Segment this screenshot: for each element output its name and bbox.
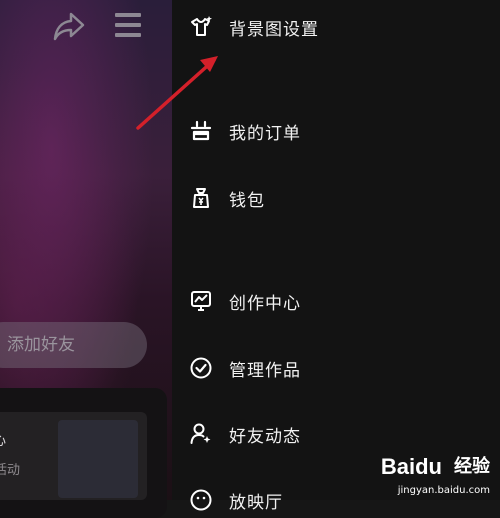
drawer-item-screening-hall[interactable]: 放映厅 — [189, 482, 283, 518]
creator-center-icon — [191, 291, 211, 311]
annotation-arrow — [136, 56, 218, 130]
drawer-item-manage-works[interactable]: 管理作品 — [189, 350, 301, 386]
smiley-icon — [190, 489, 212, 511]
drawer-item-background-settings[interactable]: 背景图设置 — [189, 9, 319, 45]
drawer-item-label: 背景图设置 — [229, 19, 319, 40]
gift-icon — [58, 420, 138, 498]
drawer-item-label: 好友动态 — [229, 426, 301, 447]
drawer-item-label: 创作中心 — [229, 293, 301, 314]
drawer-item-friend-activity[interactable]: 好友动态 — [189, 416, 301, 452]
drawer-item-creator-center[interactable]: 创作中心 — [189, 283, 301, 319]
menu-icon[interactable] — [114, 12, 142, 38]
watermark-brand: Baidu — [380, 454, 442, 479]
add-friend-button[interactable]: 添加好友 — [0, 322, 147, 368]
drawer-item-wallet[interactable]: 钱包 — [189, 180, 265, 216]
drawer-item-label: 钱包 — [229, 190, 265, 211]
card-subtitle: 活动 — [0, 463, 21, 478]
watermark-brand-cn: 经验 — [454, 456, 490, 477]
wallet-icon — [193, 188, 209, 208]
check-circle-icon — [190, 357, 212, 379]
tshirt-icon — [191, 16, 212, 36]
share-icon[interactable] — [52, 10, 86, 42]
drawer-item-label: 我的订单 — [229, 123, 301, 144]
add-friend-label: 添加好友 — [7, 335, 75, 355]
friend-activity-icon — [190, 423, 211, 444]
drawer-item-label: 放映厅 — [229, 492, 283, 513]
card-title: 心 — [0, 430, 6, 450]
watermark-url: jingyan.baidu.com — [397, 485, 490, 496]
drawer-item-label: 管理作品 — [229, 360, 301, 381]
